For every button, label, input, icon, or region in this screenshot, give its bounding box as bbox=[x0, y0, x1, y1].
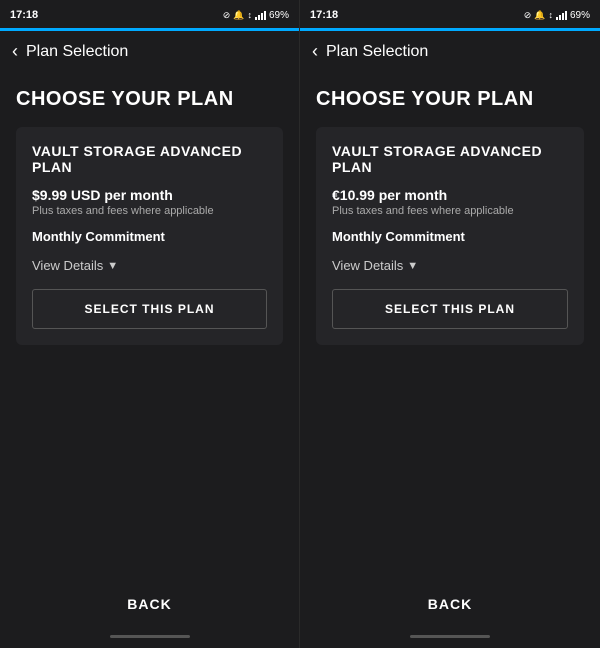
back-nav-button[interactable]: ‹ bbox=[312, 41, 318, 62]
do-not-disturb-icon: ⊘ bbox=[223, 10, 231, 21]
back-nav-button[interactable]: ‹ bbox=[12, 41, 18, 62]
plan-price-note: Plus taxes and fees where applicable bbox=[332, 205, 568, 217]
sync-icon: ↕ bbox=[247, 10, 252, 20]
sync-icon: ↕ bbox=[548, 10, 553, 20]
panel-left: 17:18 ⊘ 🔔 ↕ 69% ‹ Plan Selection bbox=[0, 0, 300, 648]
page-title: CHOOSE YOUR PLAN bbox=[16, 88, 283, 111]
bottom-bar bbox=[0, 628, 299, 648]
notification-icon: 🔔 bbox=[233, 10, 244, 21]
status-icons: ⊘ 🔔 ↕ 69% bbox=[223, 10, 289, 21]
nav-title: Plan Selection bbox=[326, 43, 428, 61]
plan-price: $9.99 USD per month bbox=[32, 187, 267, 203]
content-area: CHOOSE YOUR PLAN VAULT STORAGE ADVANCED … bbox=[300, 72, 600, 580]
select-plan-button[interactable]: SELECT THIS PLAN bbox=[332, 289, 568, 329]
back-button-container: BACK bbox=[0, 580, 299, 628]
signal-bars-icon bbox=[255, 10, 266, 20]
plan-card: VAULT STORAGE ADVANCED PLAN $9.99 USD pe… bbox=[16, 127, 283, 345]
select-plan-button[interactable]: SELECT THIS PLAN bbox=[32, 289, 267, 329]
page-title: CHOOSE YOUR PLAN bbox=[316, 88, 584, 111]
plan-card: VAULT STORAGE ADVANCED PLAN €10.99 per m… bbox=[316, 127, 584, 345]
do-not-disturb-icon: ⊘ bbox=[524, 10, 532, 21]
status-time: 17:18 bbox=[10, 9, 38, 21]
view-details-toggle[interactable]: View Details ▼ bbox=[32, 258, 267, 273]
back-button[interactable]: BACK bbox=[127, 596, 171, 612]
back-button[interactable]: BACK bbox=[428, 596, 472, 612]
signal-bars-icon bbox=[556, 10, 567, 20]
chevron-down-icon: ▼ bbox=[107, 260, 118, 272]
back-button-container: BACK bbox=[300, 580, 600, 628]
chevron-down-icon: ▼ bbox=[407, 260, 418, 272]
plan-commitment: Monthly Commitment bbox=[332, 229, 568, 244]
home-indicator bbox=[110, 635, 190, 638]
nav-bar: ‹ Plan Selection bbox=[0, 31, 299, 72]
plan-name: VAULT STORAGE ADVANCED PLAN bbox=[32, 143, 267, 175]
view-details-label: View Details bbox=[332, 258, 403, 273]
plan-price-note: Plus taxes and fees where applicable bbox=[32, 205, 267, 217]
status-time: 17:18 bbox=[310, 9, 338, 21]
home-indicator bbox=[410, 635, 490, 638]
battery-indicator: 69% bbox=[570, 10, 590, 21]
status-bar: 17:18 ⊘ 🔔 ↕ 69% bbox=[0, 0, 299, 28]
status-icons: ⊘ 🔔 ↕ 69% bbox=[524, 10, 590, 21]
nav-title: Plan Selection bbox=[26, 43, 128, 61]
battery-indicator: 69% bbox=[269, 10, 289, 21]
plan-name: VAULT STORAGE ADVANCED PLAN bbox=[332, 143, 568, 175]
view-details-label: View Details bbox=[32, 258, 103, 273]
panel-right: 17:18 ⊘ 🔔 ↕ 69% ‹ Plan Selection bbox=[300, 0, 600, 648]
notification-icon: 🔔 bbox=[534, 10, 545, 21]
status-bar: 17:18 ⊘ 🔔 ↕ 69% bbox=[300, 0, 600, 28]
plan-price: €10.99 per month bbox=[332, 187, 568, 203]
plan-commitment: Monthly Commitment bbox=[32, 229, 267, 244]
view-details-toggle[interactable]: View Details ▼ bbox=[332, 258, 568, 273]
bottom-bar bbox=[300, 628, 600, 648]
nav-bar: ‹ Plan Selection bbox=[300, 31, 600, 72]
content-area: CHOOSE YOUR PLAN VAULT STORAGE ADVANCED … bbox=[0, 72, 299, 580]
